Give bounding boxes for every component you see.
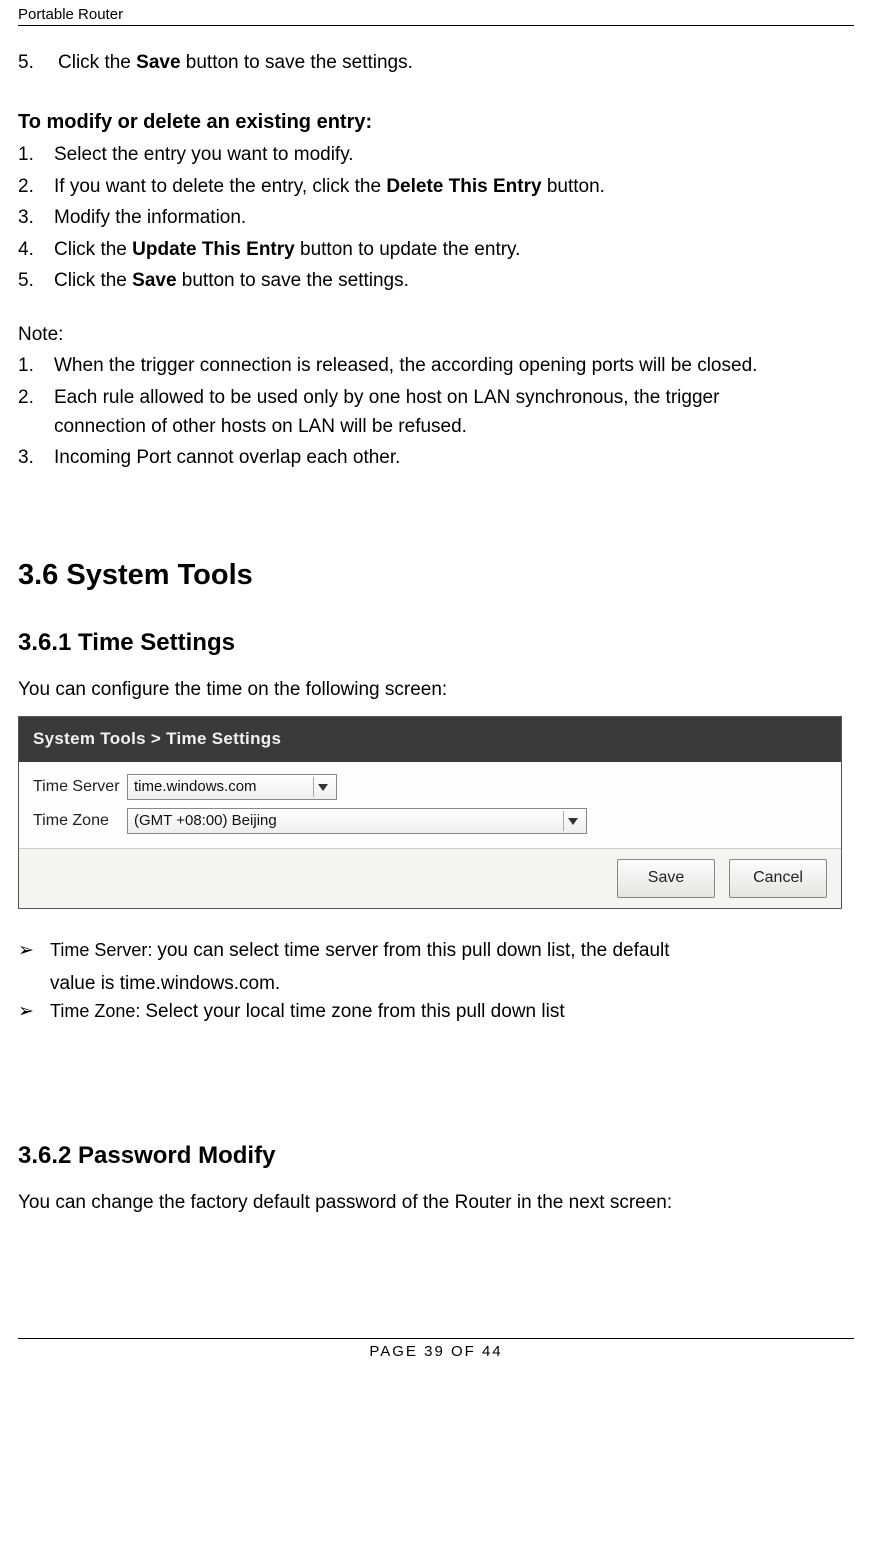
modify-heading: To modify or delete an existing entry: <box>18 107 854 138</box>
row-time-server: Time Server time.windows.com <box>33 774 827 800</box>
modify-step-5-num: 5. <box>18 266 36 295</box>
doc-header: Portable Router <box>18 0 854 26</box>
step5-bold: Save <box>136 52 180 73</box>
select-time-zone-value: (GMT +08:00) Beijing <box>134 809 277 832</box>
chevron-down-icon <box>563 811 582 831</box>
bullet2-label: Time Zone: <box>50 1001 145 1021</box>
heading-time-settings: 3.6.1 Time Settings <box>18 624 854 661</box>
page-footer: PAGE 39 OF 44 <box>18 1338 854 1370</box>
doc-content: 5. Click the Save button to save the set… <box>18 26 854 1218</box>
panel-body: Time Server time.windows.com Time Zone (… <box>19 762 841 848</box>
password-modify-intro: You can change the factory default passw… <box>18 1188 854 1217</box>
triangle-bullet-icon: ➢ <box>18 937 36 966</box>
bullets: ➢ Time Server: you can select time serve… <box>18 937 854 1027</box>
bullet1-line1: you can select time server from this pul… <box>157 940 669 961</box>
note-label: Note: <box>18 320 854 349</box>
bullet1-line2: value is time.windows.com. <box>50 969 854 998</box>
modify-step-2-num: 2. <box>18 172 36 201</box>
step-5: 5. Click the Save button to save the set… <box>18 48 854 77</box>
modify-step-1: 1. Select the entry you want to modify. <box>18 140 854 169</box>
step-5-text: Click the Save button to save the settin… <box>58 48 854 77</box>
bullet-time-server-text: Time Server: you can select time server … <box>50 937 854 966</box>
ms5-pre: Click the <box>54 270 132 291</box>
ms5-post: button to save the settings. <box>177 270 409 291</box>
ms4-post: button to update the entry. <box>295 239 521 260</box>
label-time-server: Time Server <box>33 778 127 796</box>
heading-system-tools: 3.6 System Tools <box>18 553 854 598</box>
modify-step-4-num: 4. <box>18 235 36 264</box>
note-1: 1. When the trigger connection is releas… <box>18 351 854 380</box>
ms2-post: button. <box>542 176 605 197</box>
bullet-time-zone: ➢ Time Zone: Select your local time zone… <box>18 998 854 1027</box>
note-1-text: When the trigger connection is released,… <box>54 351 854 380</box>
note-2: 2. Each rule allowed to be used only by … <box>18 383 854 412</box>
select-time-server-value: time.windows.com <box>134 775 257 798</box>
ms4-bold: Update This Entry <box>132 239 295 260</box>
modify-step-5: 5. Click the Save button to save the set… <box>18 266 854 295</box>
time-settings-intro: You can configure the time on the follow… <box>18 675 854 704</box>
label-time-zone: Time Zone <box>33 812 127 830</box>
note-3: 3. Incoming Port cannot overlap each oth… <box>18 443 854 472</box>
step-5-num: 5. <box>18 48 36 77</box>
modify-step-3-num: 3. <box>18 203 36 232</box>
bullet1-label: Time Server: <box>50 940 157 960</box>
step5-post: button to save the settings. <box>181 52 413 73</box>
modify-step-5-text: Click the Save button to save the settin… <box>54 266 854 295</box>
note-1-num: 1. <box>18 351 36 380</box>
note-3-text: Incoming Port cannot overlap each other. <box>54 443 854 472</box>
select-time-server[interactable]: time.windows.com <box>127 774 337 800</box>
cancel-button[interactable]: Cancel <box>729 859 827 898</box>
modify-step-3-text: Modify the information. <box>54 203 854 232</box>
modify-step-1-num: 1. <box>18 140 36 169</box>
modify-step-1-text: Select the entry you want to modify. <box>54 140 854 169</box>
modify-step-3: 3. Modify the information. <box>18 203 854 232</box>
row-time-zone: Time Zone (GMT +08:00) Beijing <box>33 808 827 834</box>
chevron-down-icon <box>313 777 332 797</box>
panel-titlebar: System Tools > Time Settings <box>19 717 841 761</box>
ms5-bold: Save <box>132 270 176 291</box>
note-2-line2: connection of other hosts on LAN will be… <box>54 412 854 441</box>
bullet-time-server: ➢ Time Server: you can select time serve… <box>18 937 854 966</box>
ms2-pre: If you want to delete the entry, click t… <box>54 176 386 197</box>
time-settings-panel: System Tools > Time Settings Time Server… <box>18 716 842 908</box>
modify-step-4: 4. Click the Update This Entry button to… <box>18 235 854 264</box>
note-2-num: 2. <box>18 383 36 412</box>
select-time-zone[interactable]: (GMT +08:00) Beijing <box>127 808 587 834</box>
note-2-line1: Each rule allowed to be used only by one… <box>54 383 854 412</box>
panel-buttonbar: Save Cancel <box>19 848 841 908</box>
bullet-time-zone-text: Time Zone: Select your local time zone f… <box>50 998 854 1027</box>
bullet2-rest: Select your local time zone from this pu… <box>145 1001 564 1022</box>
note-3-num: 3. <box>18 443 36 472</box>
modify-step-2: 2. If you want to delete the entry, clic… <box>18 172 854 201</box>
doc-header-title: Portable Router <box>18 6 123 23</box>
ms2-bold: Delete This Entry <box>386 176 541 197</box>
save-button[interactable]: Save <box>617 859 715 898</box>
triangle-bullet-icon: ➢ <box>18 998 36 1027</box>
modify-step-4-text: Click the Update This Entry button to up… <box>54 235 854 264</box>
heading-password-modify: 3.6.2 Password Modify <box>18 1137 854 1174</box>
step5-pre: Click the <box>58 52 136 73</box>
ms4-pre: Click the <box>54 239 132 260</box>
modify-step-2-text: If you want to delete the entry, click t… <box>54 172 854 201</box>
